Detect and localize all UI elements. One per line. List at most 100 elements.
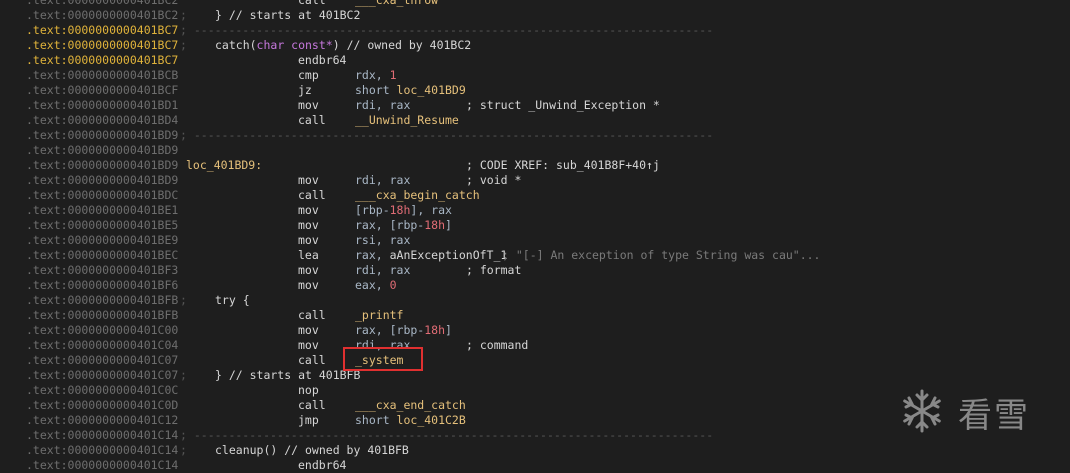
listing-line[interactable]: .text:0000000000401BFB call _printf: [0, 308, 1070, 323]
listing-line[interactable]: .text:0000000000401BF3 mov rdi, rax ; forma…: [0, 263, 1070, 278]
separator-line: ; --------------------------------------…: [180, 428, 714, 442]
listing-line[interactable]: .text:0000000000401BC2; } // starts at 40…: [0, 8, 1070, 23]
operand-part: 0: [389, 278, 397, 292]
address-label: .text:0000000000401BFB: [26, 308, 179, 322]
comment-part: char const*: [256, 38, 333, 52]
operand-part: 18h: [424, 323, 446, 337]
mnemonic: lea: [298, 248, 319, 262]
listing-line[interactable]: .text:0000000000401BD1 mov rdi, rax ; struc…: [0, 98, 1070, 113]
listing-line[interactable]: .text:0000000000401C00 mov rax, [rbp-18h]: [0, 323, 1070, 338]
listing-line[interactable]: .text:0000000000401C07;} // starts at 40…: [0, 368, 1070, 383]
mnemonic: call: [298, 353, 326, 367]
address-label: .text:0000000000401BFB: [26, 293, 179, 307]
operand: [rbp-18h], rax: [355, 203, 452, 218]
mnemonic: jmp: [298, 413, 319, 427]
operand: short loc_401C2B: [355, 413, 466, 428]
listing-line[interactable]: .text:0000000000401BE1 mov [rbp-18h], rax: [0, 203, 1070, 218]
operand: rsi, rax: [355, 233, 411, 247]
operand: ___cxa_begin_catch: [355, 188, 480, 202]
address-label: .text:0000000000401C14: [26, 443, 179, 457]
address-label: .text:0000000000401BEC: [26, 248, 179, 262]
address-label: .text:0000000000401BF6: [26, 278, 179, 292]
address-label: .text:0000000000401C07: [26, 368, 179, 382]
address-label: .text:0000000000401BC2: [26, 8, 179, 22]
operand: rax, [rbp-18h]: [355, 323, 452, 338]
comment-marker: ;: [180, 443, 187, 457]
operand-part: ]: [445, 218, 452, 232]
listing-line[interactable]: .text:0000000000401C14; cleanup() // owne…: [0, 443, 1070, 458]
listing-line[interactable]: .text:0000000000401C04 mov rdi, rax; comma…: [0, 338, 1070, 353]
address-label: .text:0000000000401BD9: [26, 143, 179, 157]
mnemonic: call: [298, 113, 326, 127]
operand-part: rax, [rbp-: [355, 323, 425, 337]
operand: rax, aAnExceptionOfT_1: [355, 248, 507, 263]
address-label: .text:0000000000401BE5: [26, 218, 179, 232]
address-label: .text:0000000000401C00: [26, 323, 179, 337]
listing-line[interactable]: .text:0000000000401BD9; ----------------…: [0, 128, 1070, 143]
address-label: .text:0000000000401BC2: [26, 0, 179, 7]
listing-line[interactable]: .text:0000000000401C07 call _system: [0, 353, 1070, 368]
address-label: .text:0000000000401BD1: [26, 98, 179, 112]
address-label: .text:0000000000401BD4: [26, 113, 179, 127]
inline-comment: ; format: [466, 263, 522, 277]
block-comment: } // starts at 401BC2: [215, 8, 361, 22]
mnemonic: mov: [298, 173, 319, 187]
operand-part: [rbp-: [355, 203, 390, 217]
operand-part: loc_401BD9: [396, 83, 466, 97]
address-label: .text:0000000000401C14: [26, 458, 179, 472]
address-label: .text:0000000000401BCF: [26, 83, 179, 97]
listing-line[interactable]: .text:0000000000401BEC lea rax, aAnExcepti…: [0, 248, 1070, 263]
address-label: .text:0000000000401C14: [26, 428, 179, 442]
operand-part: ]: [445, 323, 452, 337]
operand-part: loc_401C2B: [396, 413, 466, 427]
address-label: .text:0000000000401BDC: [26, 188, 179, 202]
address-label: .text:0000000000401BC7: [26, 38, 179, 52]
listing-line[interactable]: .text:0000000000401BC2 call ___cxa_throw: [0, 0, 1070, 8]
operand-part: aAnExceptionOfT_1: [389, 248, 508, 262]
listing-line[interactable]: .text:0000000000401BCF jz short loc_401BD9: [0, 83, 1070, 98]
listing-line[interactable]: .text:0000000000401BE5 mov rax, [rbp-18h]: [0, 218, 1070, 233]
mnemonic: call: [298, 308, 326, 322]
mnemonic: jz: [298, 83, 312, 97]
listing-line[interactable]: .text:0000000000401BD9: [0, 143, 1070, 158]
listing-line[interactable]: .text:0000000000401BD9 loc_401BD9: ; CODE …: [0, 158, 1070, 173]
operand: rdi, rax: [355, 98, 411, 112]
listing-line[interactable]: .text:0000000000401BF6 mov eax, 0: [0, 278, 1070, 293]
mnemonic: mov: [298, 278, 319, 292]
comment-part: ) // owned by 401BC2: [332, 38, 472, 52]
address-label: .text:0000000000401BC7: [26, 23, 179, 37]
address-label: .text:0000000000401C0C: [26, 383, 179, 397]
mnemonic: call: [298, 0, 326, 7]
operand-part: 18h: [389, 203, 411, 217]
operand: __Unwind_Resume: [355, 113, 459, 127]
mnemonic: endbr64: [298, 458, 347, 472]
mnemonic: mov: [298, 233, 319, 247]
listing-line[interactable]: .text:0000000000401BCB cmp rdx, 1: [0, 68, 1070, 83]
block-comment: try {: [215, 293, 250, 307]
mnemonic: mov: [298, 323, 319, 337]
comment-marker: ;: [180, 38, 187, 52]
block-comment: cleanup() // owned by 401BFB: [215, 443, 409, 457]
mnemonic: mov: [298, 98, 319, 112]
listing-line[interactable]: .text:0000000000401BFB; try {: [0, 293, 1070, 308]
listing-line[interactable]: .text:0000000000401BD9 mov rdi, rax ; void …: [0, 173, 1070, 188]
listing-line[interactable]: .text:0000000000401BDC call ___cxa_begin_c…: [0, 188, 1070, 203]
listing-line[interactable]: .text:0000000000401BC7 endbr64: [0, 53, 1070, 68]
listing-line[interactable]: .text:0000000000401C14 endbr64: [0, 458, 1070, 473]
comment-marker: ;: [180, 293, 187, 307]
operand-part: rdx,: [355, 68, 390, 82]
listing-line[interactable]: .text:0000000000401BD4 call __Unwind_Resum…: [0, 113, 1070, 128]
comment-marker: ;: [180, 8, 187, 22]
address-label: .text:0000000000401C07: [26, 353, 179, 367]
operand: ___cxa_throw: [355, 0, 439, 7]
address-label: .text:0000000000401BE1: [26, 203, 179, 217]
operand-part: short: [355, 413, 397, 427]
code-label: loc_401BD9:: [186, 158, 263, 172]
mnemonic: mov: [298, 218, 319, 232]
listing-line[interactable]: .text:0000000000401BC7; ----------------…: [0, 23, 1070, 38]
mnemonic: mov: [298, 263, 319, 277]
highlight-box: [343, 347, 423, 371]
listing-line[interactable]: .text:0000000000401BE9 mov rsi, rax: [0, 233, 1070, 248]
inline-comment: ; void *: [466, 173, 522, 187]
listing-line[interactable]: .text:0000000000401BC7; catch(char const*…: [0, 38, 1070, 53]
